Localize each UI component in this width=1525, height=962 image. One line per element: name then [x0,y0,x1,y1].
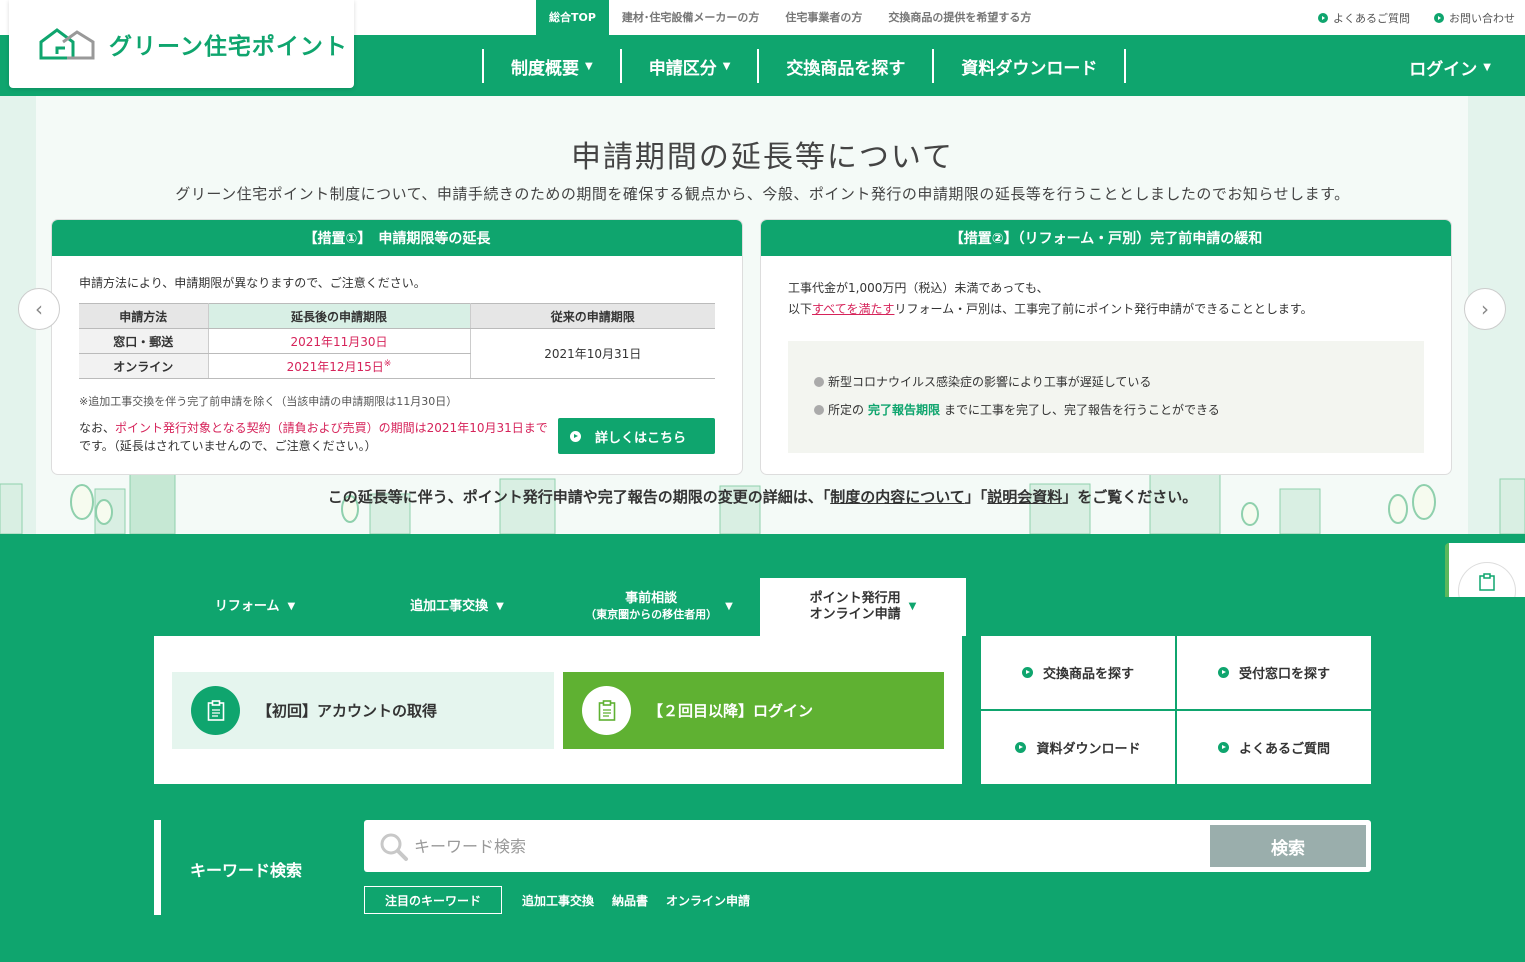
caret-down-icon: ▼ [496,601,504,612]
quick-downloads[interactable]: 資料ダウンロード [981,711,1175,784]
arrow-circle-icon [570,430,581,442]
measure-1-card: 【措置①】 申請期限等の延長 申請方法により、申請期限が異なりますので、ご注意く… [52,220,742,474]
all-conditions-link[interactable]: すべてを満たす [812,302,894,316]
nav-application-type[interactable]: 申請区分 ▼ [619,49,758,83]
table-cell: 2021年12月15日※ [208,353,471,379]
keyword-search-label: キーワード検索 [190,861,303,880]
measure-1-footnote: ※追加工事交換を伴う完了前申請を除く（当該申請の申請期限は11月30日） [79,395,458,408]
table-cell: 2021年10月31日 [470,328,715,379]
hot-keywords-label: 注目のキーワード [364,886,503,914]
table-row: 窓口・郵送 2021年11月30日 2021年10月31日 [79,328,715,379]
details-button[interactable]: 詳しくはこちら [558,418,715,454]
search-icon [380,833,408,861]
faq-link[interactable]: よくあるご質問 [1318,10,1410,26]
quick-faq[interactable]: よくあるご質問 [1177,711,1371,784]
caret-down-icon: ▼ [722,60,731,72]
logo-text: グリーン住宅ポイント [109,34,348,60]
deadline-table: 申請方法 延長後の申請期限 従来の申請期限 窓口・郵送 2021年11月30日 … [79,303,715,379]
briefing-materials-link[interactable]: 説明会資料 [987,488,1062,506]
site-logo[interactable]: グリーン住宅ポイント [9,0,354,88]
login-menu[interactable]: ログイン ▼ [1409,55,1491,80]
hero-lead: グリーン住宅ポイント制度について、申請手続きのための期間を確保する観点から、今般… [175,185,1350,203]
tab-additional-work[interactable]: 追加工事交換 ▼ [356,578,558,636]
tab-reform[interactable]: リフォーム ▼ [154,578,356,636]
main-nav: 制度概要 ▼ 申請区分 ▼ 交換商品を探す 資料ダウンロード [482,49,1127,83]
contact-link[interactable]: お問い合わせ [1434,10,1515,26]
bullet-icon [814,404,824,415]
nav-general-top[interactable]: 総合TOP [536,0,609,35]
measure-2-card: 【措置②】（リフォーム・戸別）完了前申請の緩和 工事代金が1,000万円（税込）… [761,220,1451,474]
caret-down-icon: ▼ [1483,62,1491,73]
keyword-link[interactable]: 追加工事交換 [522,892,594,909]
table-header: 従来の申請期限 [470,303,715,329]
quick-find-products[interactable]: 交換商品を探す [981,636,1175,709]
hero-carousel: 申請期間の延長等について グリーン住宅ポイント制度について、申請手続きのための期… [0,96,1525,534]
arrow-circle-icon [1021,667,1033,678]
chevron-left-icon: ‹ [35,297,43,321]
caret-down-icon: ▼ [287,601,296,612]
caret-down-icon: ▼ [585,60,593,72]
nav-find-products[interactable]: 交換商品を探す [757,49,932,83]
measure-2-description: 工事代金が1,000万円（税込）未満であっても、 以下すべてを満たすリフォーム・… [788,281,1313,316]
quick-find-counter[interactable]: 受付窓口を探す [1177,636,1371,709]
system-content-link[interactable]: 制度の内容について [830,488,965,506]
asterisk-mark: ※ [383,358,392,369]
hero-title: 申請期間の延長等について [570,140,955,175]
nav-system-overview[interactable]: 制度概要 ▼ [482,49,620,83]
clipboard-icon [1479,573,1495,591]
carousel-prev-button[interactable]: ‹ [18,288,60,330]
bullet-icon [814,376,824,387]
create-account-button[interactable]: 【初回】アカウントの取得 [172,672,554,749]
house-logo-icon [39,28,95,60]
keyword-link[interactable]: 納品書 [612,892,648,909]
condition-item: 新型コロナウイルス感染症の影響により工事が遅延している [814,373,1151,390]
table-header: 申請方法 [79,303,209,329]
audience-nav: 総合TOP 建材･住宅設備メーカーの方 住宅事業者の方 交換商品の提供を希望する… [536,0,1044,35]
tab-prior-consultation[interactable]: 事前相談 （東京圏からの移住者用） ▼ [558,578,760,636]
nav-manufacturers[interactable]: 建材･住宅設備メーカーの方 [609,0,773,35]
arrow-circle-icon [1217,742,1229,753]
login-button[interactable]: 【２回目以降】ログイン [563,672,944,749]
table-cell: オンライン [79,353,209,379]
chevron-right-icon: › [1481,297,1489,321]
tab-online-application[interactable]: ポイント発行用 オンライン申請 ▼ [760,578,966,636]
arrow-circle-icon [1434,12,1444,23]
table-cell: 2021年11月30日 [208,328,471,354]
utility-links: よくあるご質問 お問い合わせ [1318,0,1515,35]
search-input[interactable] [414,830,1194,862]
contract-period-warning: なお、ポイント発行対象となる契約（請負および売買）の期間は2021年10月31日… [79,421,548,453]
arrow-circle-icon [1318,12,1328,23]
arrow-circle-icon [1217,667,1229,678]
table-cell: 窓口・郵送 [79,328,209,354]
application-tabs: リフォーム ▼ 追加工事交換 ▼ 事前相談 （東京圏からの移住者用） ▼ ポイント発行用… [154,578,966,636]
measure-2-heading: 【措置②】（リフォーム・戸別）完了前申請の緩和 [761,220,1451,256]
table-header: 延長後の申請期限 [208,303,471,329]
nav-builders[interactable]: 住宅事業者の方 [772,0,875,35]
clipboard-icon [207,699,224,721]
measure-1-heading: 【措置①】 申請期限等の延長 [52,220,742,256]
caret-down-icon: ▼ [725,601,733,612]
hot-keywords: 注目のキーワード 追加工事交換 納品書 オンライン申請 [364,886,750,914]
conditions-box: 新型コロナウイルス感染症の影響により工事が遅延している 所定の 完了報告期限 までに… [788,341,1424,453]
quick-links-grid: 交換商品を探す 受付窓口を探す 資料ダウンロード よくあるご質問 [981,636,1371,784]
side-floating-tab[interactable] [1445,543,1525,597]
search-button[interactable]: 検索 [1210,825,1366,867]
nav-product-providers[interactable]: 交換商品の提供を希望する方 [875,0,1044,35]
online-application-panel: 【初回】アカウントの取得 【２回目以降】ログイン [154,636,962,784]
hero-footer-note: この延長等に伴う、ポイント発行申請や完了報告の期限の変更の詳細は、「制度の内容に… [327,488,1198,506]
search-box: 検索 [364,820,1371,872]
arrow-circle-icon [1015,742,1027,753]
caret-down-icon: ▼ [908,601,917,612]
clipboard-icon [598,699,615,721]
carousel-next-button[interactable]: › [1464,288,1506,330]
measure-1-note: 申請方法により、申請期限が異なりますので、ご注意ください。 [79,276,426,290]
nav-downloads[interactable]: 資料ダウンロード [932,49,1127,83]
keyword-accent-bar [154,820,161,915]
condition-item: 所定の 完了報告期限 までに工事を完了し、完了報告を行うことができる [814,401,1220,418]
keyword-link[interactable]: オンライン申請 [666,892,750,909]
